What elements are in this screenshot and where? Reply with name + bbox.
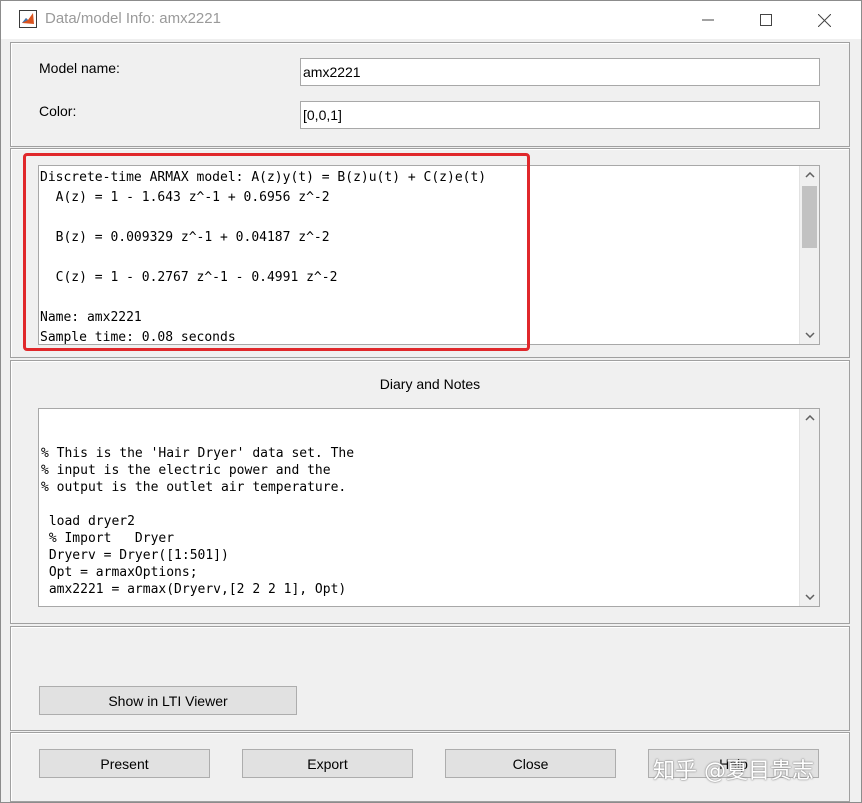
color-label: Color:	[39, 103, 77, 119]
lti-viewer-panel: Show in LTI Viewer	[10, 626, 850, 731]
maximize-button[interactable]	[737, 1, 795, 39]
info-line: C(z) = 1 - 0.2767 z^-1 - 0.4991 z^-2	[40, 270, 338, 285]
info-line	[40, 208, 799, 228]
diary-line: % input is the electric power and the	[41, 463, 331, 478]
scroll-down-arrow[interactable]	[800, 588, 819, 606]
chevron-up-icon	[804, 415, 815, 421]
window-title: Data/model Info: amx2221	[45, 10, 221, 27]
diary-text: % This is the 'Hair Dryer' data set. The…	[39, 409, 799, 606]
minimize-button[interactable]	[679, 1, 737, 39]
info-line: B(z) = 0.009329 z^-1 + 0.04187 z^-2	[40, 230, 330, 245]
model-info-text: Discrete-time ARMAX model: A(z)y(t) = B(…	[39, 166, 799, 344]
info-line	[40, 288, 799, 308]
matlab-app-icon	[19, 10, 37, 28]
model-info-textarea[interactable]: Discrete-time ARMAX model: A(z)y(t) = B(…	[38, 165, 820, 345]
diary-textarea[interactable]: % This is the 'Hair Dryer' data set. The…	[38, 408, 820, 607]
scroll-up-arrow[interactable]	[800, 409, 819, 427]
diary-line: Opt = armaxOptions;	[41, 565, 198, 580]
diary-line: % This is the 'Hair Dryer' data set. The	[41, 446, 355, 461]
watermark-text: 知乎 @夏目贵志	[653, 759, 814, 784]
info-line: A(z) = 1 - 1.643 z^-1 + 0.6956 z^-2	[40, 190, 330, 205]
model-info-panel: Discrete-time ARMAX model: A(z)y(t) = B(…	[10, 148, 850, 358]
scroll-up-arrow[interactable]	[800, 166, 819, 184]
diary-line: Dryerv = Dryer([1:501])	[41, 548, 229, 563]
diary-line	[41, 496, 799, 513]
chevron-up-icon	[804, 172, 815, 178]
diary-line: amx2221 = armax(Dryerv,[2 2 2 1], Opt)	[41, 582, 347, 597]
diary-panel: Diary and Notes % This is the 'Hair Drye…	[10, 360, 850, 624]
diary-scrollbar[interactable]	[799, 409, 819, 606]
model-info-window: Data/model Info: amx2221 Model name: amx…	[0, 0, 862, 803]
chevron-down-icon	[804, 332, 815, 338]
title-bar[interactable]: Data/model Info: amx2221	[1, 1, 861, 39]
color-input[interactable]: [0,0,1]	[300, 101, 820, 129]
model-properties-panel: Model name: amx2221 Color: [0,0,1]	[10, 42, 850, 147]
info-line	[40, 248, 799, 268]
model-info-scrollbar[interactable]	[799, 166, 819, 344]
close-icon	[817, 13, 831, 27]
model-name-input[interactable]: amx2221	[300, 58, 820, 86]
scroll-down-arrow[interactable]	[800, 326, 819, 344]
scroll-thumb[interactable]	[802, 186, 817, 248]
info-line: Discrete-time ARMAX model: A(z)y(t) = B(…	[40, 170, 487, 185]
close-window-button[interactable]	[795, 1, 853, 39]
present-button[interactable]: Present	[39, 749, 210, 778]
model-name-label: Model name:	[39, 60, 120, 76]
diary-line: load dryer2	[41, 514, 135, 529]
info-line: Name: amx2221	[40, 310, 142, 325]
show-lti-viewer-button[interactable]: Show in LTI Viewer	[39, 686, 297, 715]
minimize-icon	[702, 19, 714, 21]
info-line: Sample time: 0.08 seconds	[40, 330, 236, 344]
export-button[interactable]: Export	[242, 749, 413, 778]
close-button[interactable]: Close	[445, 749, 616, 778]
diary-title: Diary and Notes	[379, 376, 481, 392]
maximize-icon	[760, 14, 772, 26]
diary-line: % Import Dryer	[41, 531, 175, 546]
diary-line: % output is the outlet air temperature.	[41, 480, 347, 495]
chevron-down-icon	[804, 594, 815, 600]
